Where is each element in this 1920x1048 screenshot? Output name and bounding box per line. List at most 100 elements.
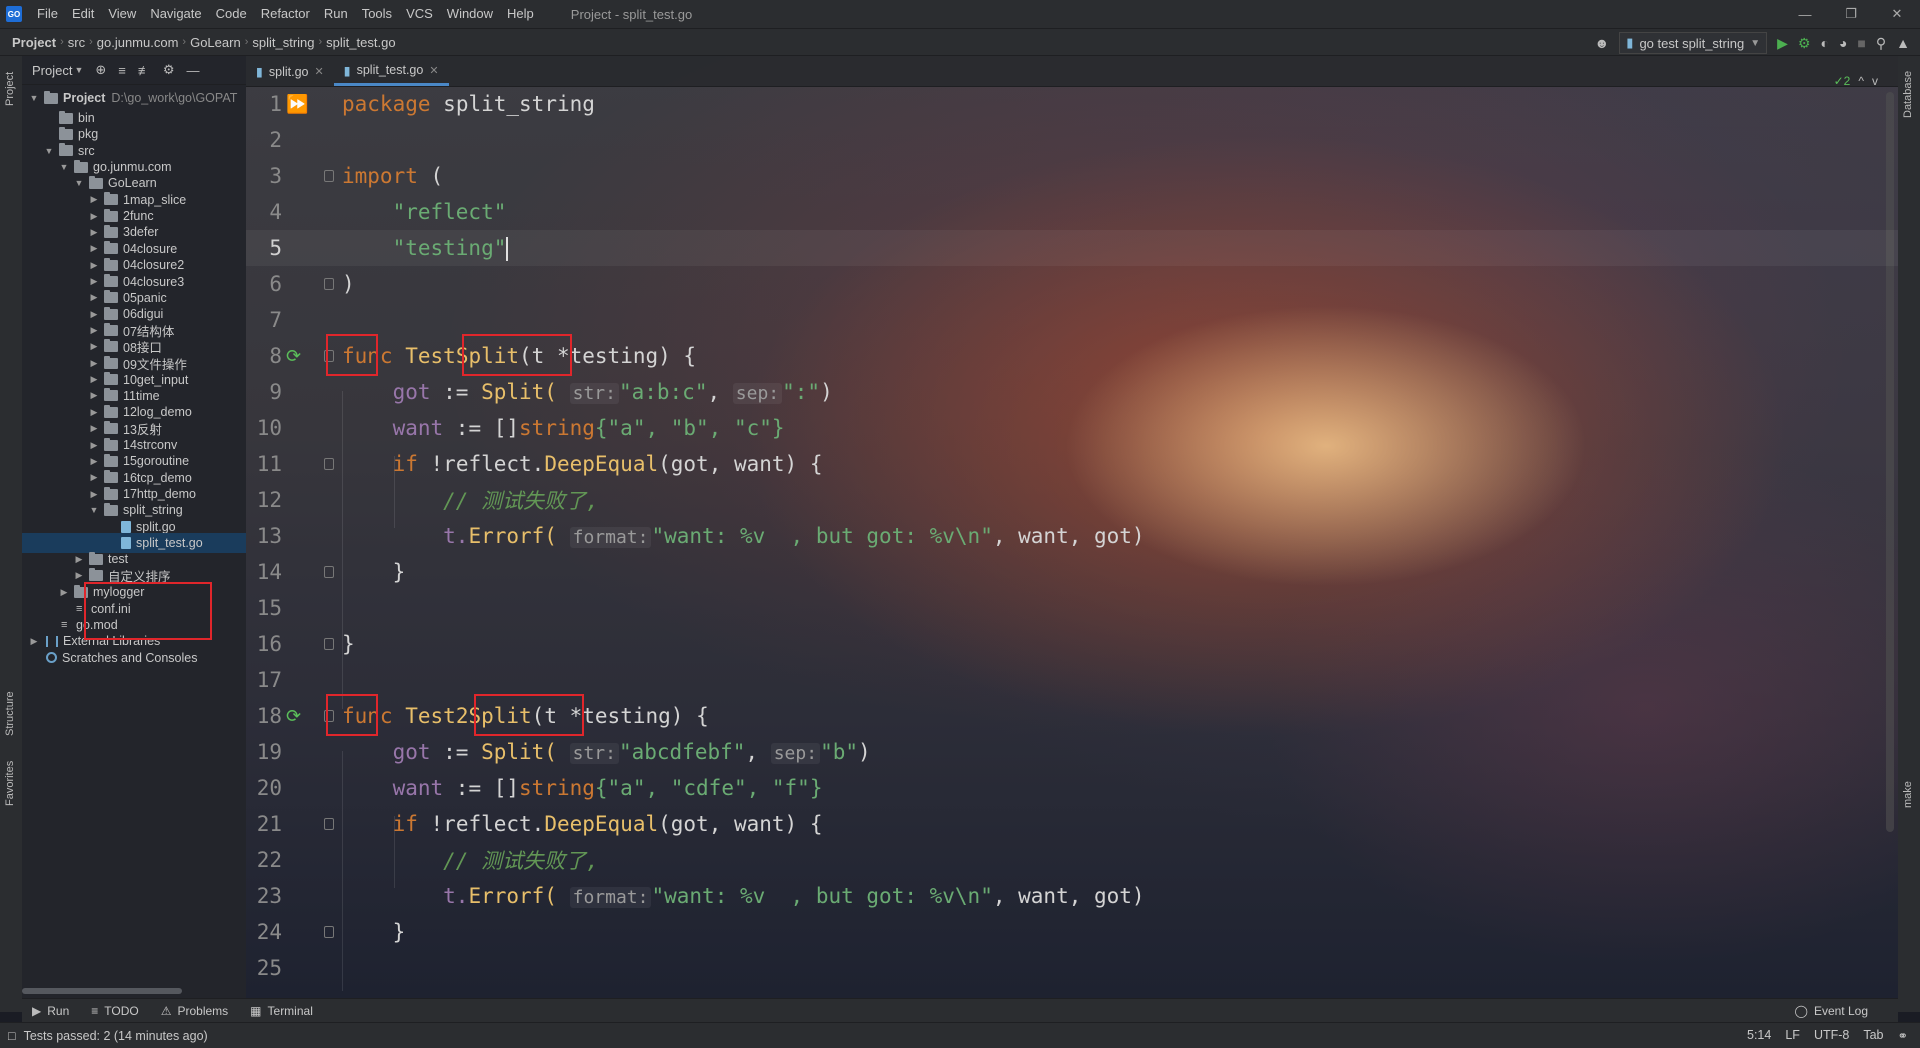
menu-navigate[interactable]: Navigate (143, 0, 208, 28)
code-line[interactable]: 6 ) (246, 266, 1898, 302)
caret-position[interactable]: 5:14 (1747, 1028, 1771, 1043)
fold-icon[interactable] (324, 566, 334, 578)
chevron-right-icon[interactable]: ▶ (88, 227, 100, 238)
code-line[interactable]: 22 // 测试失败了, (246, 842, 1898, 878)
code-line[interactable]: 18 ⟳ func Test2Split(t *testing) { (246, 698, 1898, 734)
code-area[interactable]: 1 ⏩ package split_string 2 3 import ( 4 … (246, 86, 1898, 998)
code-line[interactable]: 1 ⏩ package split_string (246, 86, 1898, 122)
hide-icon[interactable]: — (187, 63, 200, 78)
chevron-right-icon[interactable]: ▶ (28, 636, 40, 647)
code-line[interactable]: 4 "reflect" (246, 194, 1898, 230)
tree-item[interactable]: split_test.go (22, 533, 246, 554)
menu-code[interactable]: Code (209, 0, 254, 28)
event-log-button[interactable]: ◯ Event Log (1795, 1004, 1868, 1018)
code-line[interactable]: 21 if !reflect.DeepEqual(got, want) { (246, 806, 1898, 842)
terminal-tool-button[interactable]: ▦ Terminal (250, 1004, 313, 1018)
code-line[interactable]: 16 } (246, 626, 1898, 662)
menu-vcs[interactable]: VCS (399, 0, 440, 28)
code-line[interactable]: 2 (246, 122, 1898, 158)
menu-view[interactable]: View (101, 0, 143, 28)
code-line[interactable]: 19 got := Split( str: "abcdfebf", sep: "b"… (246, 734, 1898, 770)
code-line[interactable]: 11 if !reflect.DeepEqual(got, want) { (246, 446, 1898, 482)
menu-tools[interactable]: Tools (355, 0, 399, 28)
menu-window[interactable]: Window (440, 0, 500, 28)
code-line-current[interactable]: 5 "testing" (246, 230, 1898, 266)
breadcrumb-golearn[interactable]: GoLearn (186, 35, 245, 50)
expand-all-icon[interactable]: ≡ (118, 63, 126, 78)
chevron-right-icon[interactable]: ▶ (88, 390, 100, 401)
gear-icon[interactable]: ⚙ (163, 62, 175, 78)
make-tool-tab[interactable]: make (1902, 781, 1914, 808)
profile-icon[interactable]: ◕ (1839, 35, 1847, 51)
indent-setting[interactable]: Tab (1863, 1028, 1883, 1043)
code-line[interactable]: 9 got := Split( str: "a:b:c", sep: ":") (246, 374, 1898, 410)
menu-refactor[interactable]: Refactor (254, 0, 317, 28)
code-line[interactable]: 20 want := []string{"a", "cdfe", "f"} (246, 770, 1898, 806)
fold-icon[interactable] (324, 170, 334, 182)
run-icon[interactable]: ▶ (1777, 35, 1788, 52)
code-line[interactable]: 24 } (246, 914, 1898, 950)
tab-split-test-go[interactable]: ▮ split_test.go ✕ (333, 57, 449, 86)
code-line[interactable]: 10 want := []string{"a", "b", "c"} (246, 410, 1898, 446)
code-line[interactable]: 15 (246, 590, 1898, 626)
horizontal-scrollbar[interactable] (22, 988, 182, 994)
debug-icon[interactable]: ⚙ (1798, 35, 1811, 52)
stop-icon[interactable]: ■ (1857, 35, 1865, 51)
chevron-right-icon[interactable]: ▶ (58, 587, 70, 598)
lock-icon[interactable]: ⚭ (1898, 1028, 1908, 1043)
favorites-tool-tab[interactable]: Favorites (4, 761, 16, 806)
chevron-right-icon[interactable]: ▶ (88, 456, 100, 467)
chevron-right-icon[interactable]: ▶ (73, 570, 85, 581)
todo-tool-button[interactable]: ≡ TODO (91, 1004, 138, 1018)
chevron-right-icon[interactable]: ▶ (88, 423, 100, 434)
chevron-right-icon[interactable]: ▶ (88, 325, 100, 336)
structure-tool-tab[interactable]: Structure (4, 691, 16, 736)
run-test-icon[interactable]: ⟳ (286, 706, 301, 727)
chevron-right-icon[interactable]: ▶ (88, 260, 100, 271)
breadcrumb-go-junmu[interactable]: go.junmu.com (93, 35, 183, 50)
chevron-right-icon[interactable]: ▶ (88, 374, 100, 385)
code-line[interactable]: 17 (246, 662, 1898, 698)
menu-edit[interactable]: Edit (65, 0, 101, 28)
coverage-icon[interactable]: ◐ (1820, 35, 1828, 51)
line-separator[interactable]: LF (1785, 1028, 1800, 1043)
breadcrumb-split-string[interactable]: split_string (248, 35, 318, 50)
chevron-right-icon[interactable]: ▶ (88, 309, 100, 320)
chevron-down-icon[interactable]: ▼ (88, 505, 100, 515)
tab-split-go[interactable]: ▮ split.go ✕ (246, 57, 334, 86)
chevron-right-icon[interactable]: ▶ (88, 211, 100, 222)
minimize-icon[interactable]: — (1782, 0, 1828, 28)
search-icon[interactable]: ⚲ (1876, 35, 1886, 52)
project-view-select[interactable]: Project (32, 63, 72, 78)
tree-root[interactable]: ▼ Project D:\go_work\go\GOPAT (28, 88, 237, 108)
chevron-down-icon[interactable]: ▼ (58, 162, 70, 172)
project-tool-tab[interactable]: Project (4, 72, 16, 106)
fold-icon[interactable] (324, 818, 334, 830)
code-line[interactable]: 14 } (246, 554, 1898, 590)
code-line[interactable]: 3 import ( (246, 158, 1898, 194)
fold-icon[interactable] (324, 638, 334, 650)
chevron-right-icon[interactable]: ▶ (88, 243, 100, 254)
chevron-right-icon[interactable]: ▶ (88, 292, 100, 303)
code-line[interactable]: 25 (246, 950, 1898, 986)
chevron-right-icon[interactable]: ▶ (88, 194, 100, 205)
chevron-down-icon[interactable]: ▼ (73, 178, 85, 188)
user-icon[interactable]: ☻ (1595, 35, 1610, 51)
fold-icon[interactable] (324, 350, 334, 362)
chevron-right-icon[interactable]: ▶ (73, 554, 85, 565)
fold-icon[interactable] (324, 458, 334, 470)
run-all-tests-icon[interactable]: ⏩ (286, 94, 308, 115)
breadcrumb-project[interactable]: Project (0, 35, 60, 50)
file-encoding[interactable]: UTF-8 (1814, 1028, 1849, 1043)
run-tool-button[interactable]: ▶ Run (32, 1004, 69, 1018)
collapse-all-icon[interactable]: ≢ (138, 63, 151, 78)
fold-icon[interactable] (324, 278, 334, 290)
tree-item[interactable]: Scratches and Consoles (28, 648, 198, 668)
chevron-right-icon[interactable]: ▶ (88, 489, 100, 500)
menu-run[interactable]: Run (317, 0, 355, 28)
chevron-right-icon[interactable]: ▶ (88, 440, 100, 451)
update-icon[interactable]: ▲ (1896, 35, 1910, 51)
fold-icon[interactable] (324, 926, 334, 938)
run-configuration-select[interactable]: ▮ go test split_string ▼ (1619, 32, 1768, 54)
chevron-down-icon[interactable]: ▼ (43, 146, 55, 156)
